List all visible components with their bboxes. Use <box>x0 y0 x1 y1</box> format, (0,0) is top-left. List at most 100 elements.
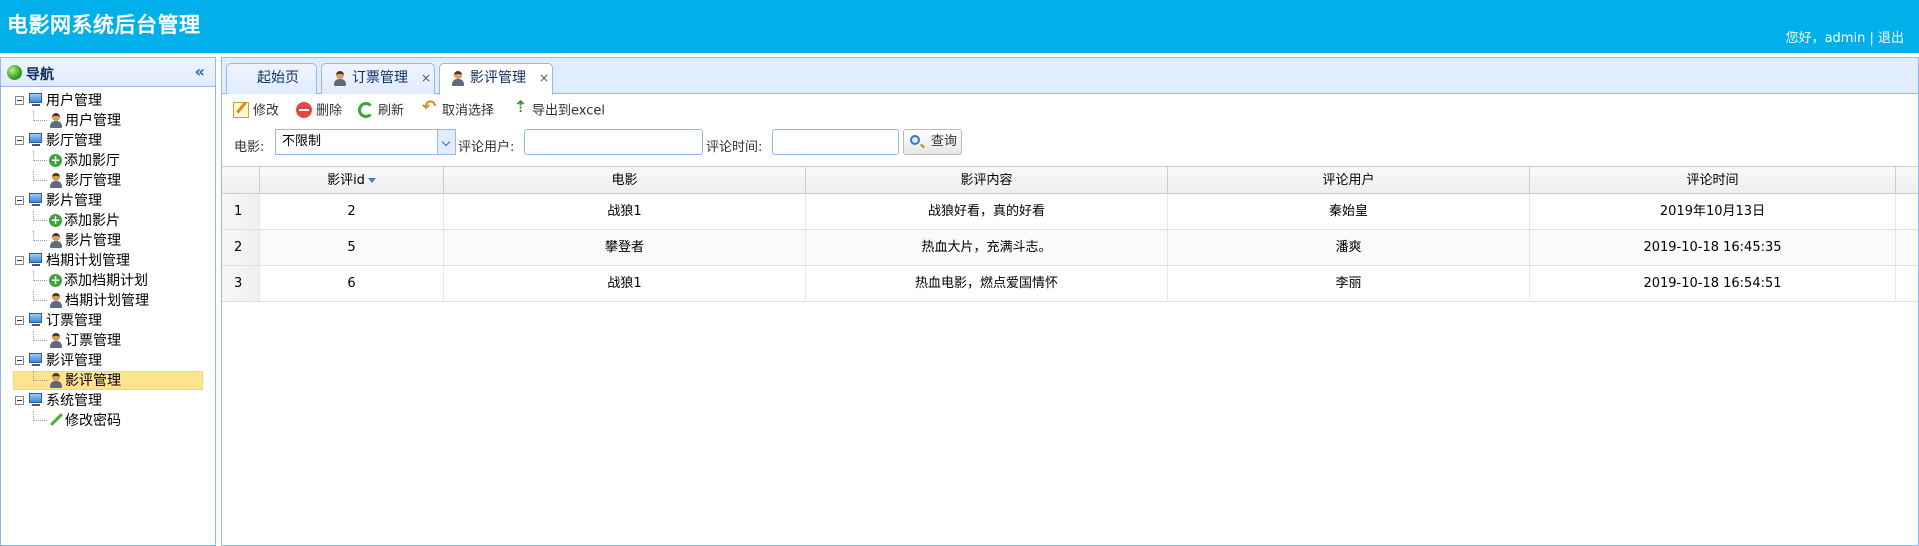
username: admin <box>1824 31 1866 46</box>
user-icon <box>49 112 63 128</box>
user-icon <box>49 332 63 348</box>
cell-time: 2019-10-18 16:54:51 <box>1530 266 1896 301</box>
tree-group-system[interactable]: 系统管理 <box>1 391 215 411</box>
tree-connector <box>33 411 47 421</box>
tree-item-label: 影评管理 <box>65 373 121 389</box>
tree-item-label: 修改密码 <box>65 413 121 429</box>
tree-item-label: 用户管理 <box>65 113 121 129</box>
edit-label: 修改 <box>253 103 280 119</box>
collapse-tree-icon[interactable] <box>15 355 24 365</box>
tab-review-manage[interactable]: 影评管理 × <box>439 63 553 95</box>
tree-item-review-manage[interactable]: 影评管理 <box>1 371 215 391</box>
col-header-id[interactable]: 影评id <box>260 167 444 194</box>
user-input[interactable] <box>524 129 703 155</box>
cell-movie: 攀登者 <box>444 230 806 265</box>
row-number: 2 <box>222 230 260 265</box>
nav-tree: 用户管理 用户管理 影厅管理 + 添加影厅 影厅管理 影片管理 + 添加影片 影片管… <box>1 87 215 431</box>
tree-item-label: 订票管理 <box>65 333 121 349</box>
export-label: 导出到excel <box>532 103 605 119</box>
review-grid: 影评id 电影 影评内容 评论用户 评论时间 1 2 战狼1 战狼好看，真的好看… <box>222 166 1918 302</box>
col-header-time[interactable]: 评论时间 <box>1530 167 1896 194</box>
chevron-down-icon[interactable] <box>437 130 455 154</box>
col-header-content[interactable]: 影评内容 <box>806 167 1168 194</box>
movie-select[interactable]: 不限制 <box>275 129 456 155</box>
collapse-tree-icon[interactable] <box>15 135 24 145</box>
table-row[interactable]: 2 5 攀登者 热血大片，充满斗志。 潘爽 2019-10-18 16:45:3… <box>222 230 1918 266</box>
tree-item-label: 添加影厅 <box>64 153 120 169</box>
tree-group-films[interactable]: 影片管理 <box>1 191 215 211</box>
tree-item-label: 添加档期计划 <box>64 273 148 289</box>
computer-icon <box>28 313 44 327</box>
refresh-button[interactable]: 刷新 <box>358 102 404 120</box>
tree-group-label: 影评管理 <box>46 353 102 369</box>
tree-item-hall-manage[interactable]: 影厅管理 <box>1 171 215 191</box>
tab-home[interactable]: 起始页 <box>226 63 317 94</box>
tree-item-ticket-manage[interactable]: 订票管理 <box>1 331 215 351</box>
tree-item-add-schedule[interactable]: + 添加档期计划 <box>1 271 215 291</box>
tree-item-schedule-manage[interactable]: 档期计划管理 <box>1 291 215 311</box>
collapse-tree-icon[interactable] <box>15 255 24 265</box>
user-icon <box>49 232 63 248</box>
tree-connector <box>33 331 47 341</box>
table-row[interactable]: 1 2 战狼1 战狼好看，真的好看 秦始皇 2019年10月13日 <box>222 194 1918 230</box>
delete-button[interactable]: 删除 <box>296 102 342 120</box>
user-icon <box>49 292 63 308</box>
pencil-icon <box>49 413 63 427</box>
movie-filter-label: 电影: <box>234 140 265 155</box>
collapse-tree-icon[interactable] <box>15 95 24 105</box>
tab-ticket-manage[interactable]: 订票管理 × <box>321 63 435 94</box>
toolbar: 修改 删除 刷新 取消选择 导出到excel <box>222 94 1918 126</box>
close-icon[interactable]: × <box>421 64 431 93</box>
tree-group-label: 影片管理 <box>46 193 102 209</box>
table-row[interactable]: 3 6 战狼1 热血电影，燃点爱国情怀 李丽 2019-10-18 16:54:… <box>222 266 1918 302</box>
tree-group-reviews[interactable]: 影评管理 <box>1 351 215 371</box>
export-icon <box>512 99 528 118</box>
computer-icon <box>28 193 44 207</box>
time-filter-label: 评论时间: <box>706 140 763 155</box>
tree-item-label: 影厅管理 <box>65 173 121 189</box>
tree-item-film-manage[interactable]: 影片管理 <box>1 231 215 251</box>
close-icon[interactable]: × <box>539 64 549 93</box>
collapse-tree-icon[interactable] <box>15 395 24 405</box>
tree-group-schedule[interactable]: 档期计划管理 <box>1 251 215 271</box>
refresh-icon <box>358 102 374 118</box>
query-label: 查询 <box>931 134 958 149</box>
collapse-icon[interactable]: « <box>195 62 205 81</box>
query-button[interactable]: 查询 <box>903 129 962 155</box>
tree-item-add-film[interactable]: + 添加影片 <box>1 211 215 231</box>
export-button[interactable]: 导出到excel <box>512 99 605 120</box>
tab-label: 订票管理 <box>352 70 408 86</box>
cell-content: 战狼好看，真的好看 <box>806 194 1168 229</box>
tree-group-tickets[interactable]: 订票管理 <box>1 311 215 331</box>
cell-time: 2019-10-18 16:45:35 <box>1530 230 1896 265</box>
greeting-text: 您好， <box>1785 31 1825 46</box>
user-filter-label: 评论用户: <box>458 140 515 155</box>
main-panel: 起始页 订票管理 × 影评管理 × 修改 删除 刷新 取消选择 导出到excel <box>221 57 1919 546</box>
app-header: 电影网系统后台管理 您好，admin | 退出 <box>0 0 1919 53</box>
sidebar: 导航 « 用户管理 用户管理 影厅管理 + 添加影厅 影厅管理 影片管理 + 添加影… <box>0 57 216 546</box>
sort-desc-icon <box>367 178 376 183</box>
rownum-header <box>222 167 260 194</box>
edit-button[interactable]: 修改 <box>233 102 280 120</box>
tree-item-change-password[interactable]: 修改密码 <box>1 411 215 431</box>
computer-icon <box>28 93 44 107</box>
tree-group-halls[interactable]: 影厅管理 <box>1 131 215 151</box>
tab-label: 影评管理 <box>470 70 526 86</box>
row-number: 3 <box>222 266 260 301</box>
tree-connector <box>33 371 47 381</box>
tab-bar: 起始页 订票管理 × 影评管理 × <box>222 58 1918 95</box>
tree-group-users[interactable]: 用户管理 <box>1 91 215 111</box>
logout-link[interactable]: 退出 <box>1878 31 1904 46</box>
collapse-tree-icon[interactable] <box>15 195 24 205</box>
row-number: 1 <box>222 194 260 229</box>
time-input[interactable] <box>772 129 899 155</box>
tree-item-add-hall[interactable]: + 添加影厅 <box>1 151 215 171</box>
col-header-movie[interactable]: 电影 <box>444 167 806 194</box>
cancel-select-button[interactable]: 取消选择 <box>422 99 495 120</box>
cancel-select-label: 取消选择 <box>442 103 495 119</box>
collapse-tree-icon[interactable] <box>15 315 24 325</box>
col-header-user[interactable]: 评论用户 <box>1168 167 1530 194</box>
tree-connector <box>33 231 47 241</box>
user-icon <box>333 71 347 86</box>
tree-item-user-manage[interactable]: 用户管理 <box>1 111 215 131</box>
